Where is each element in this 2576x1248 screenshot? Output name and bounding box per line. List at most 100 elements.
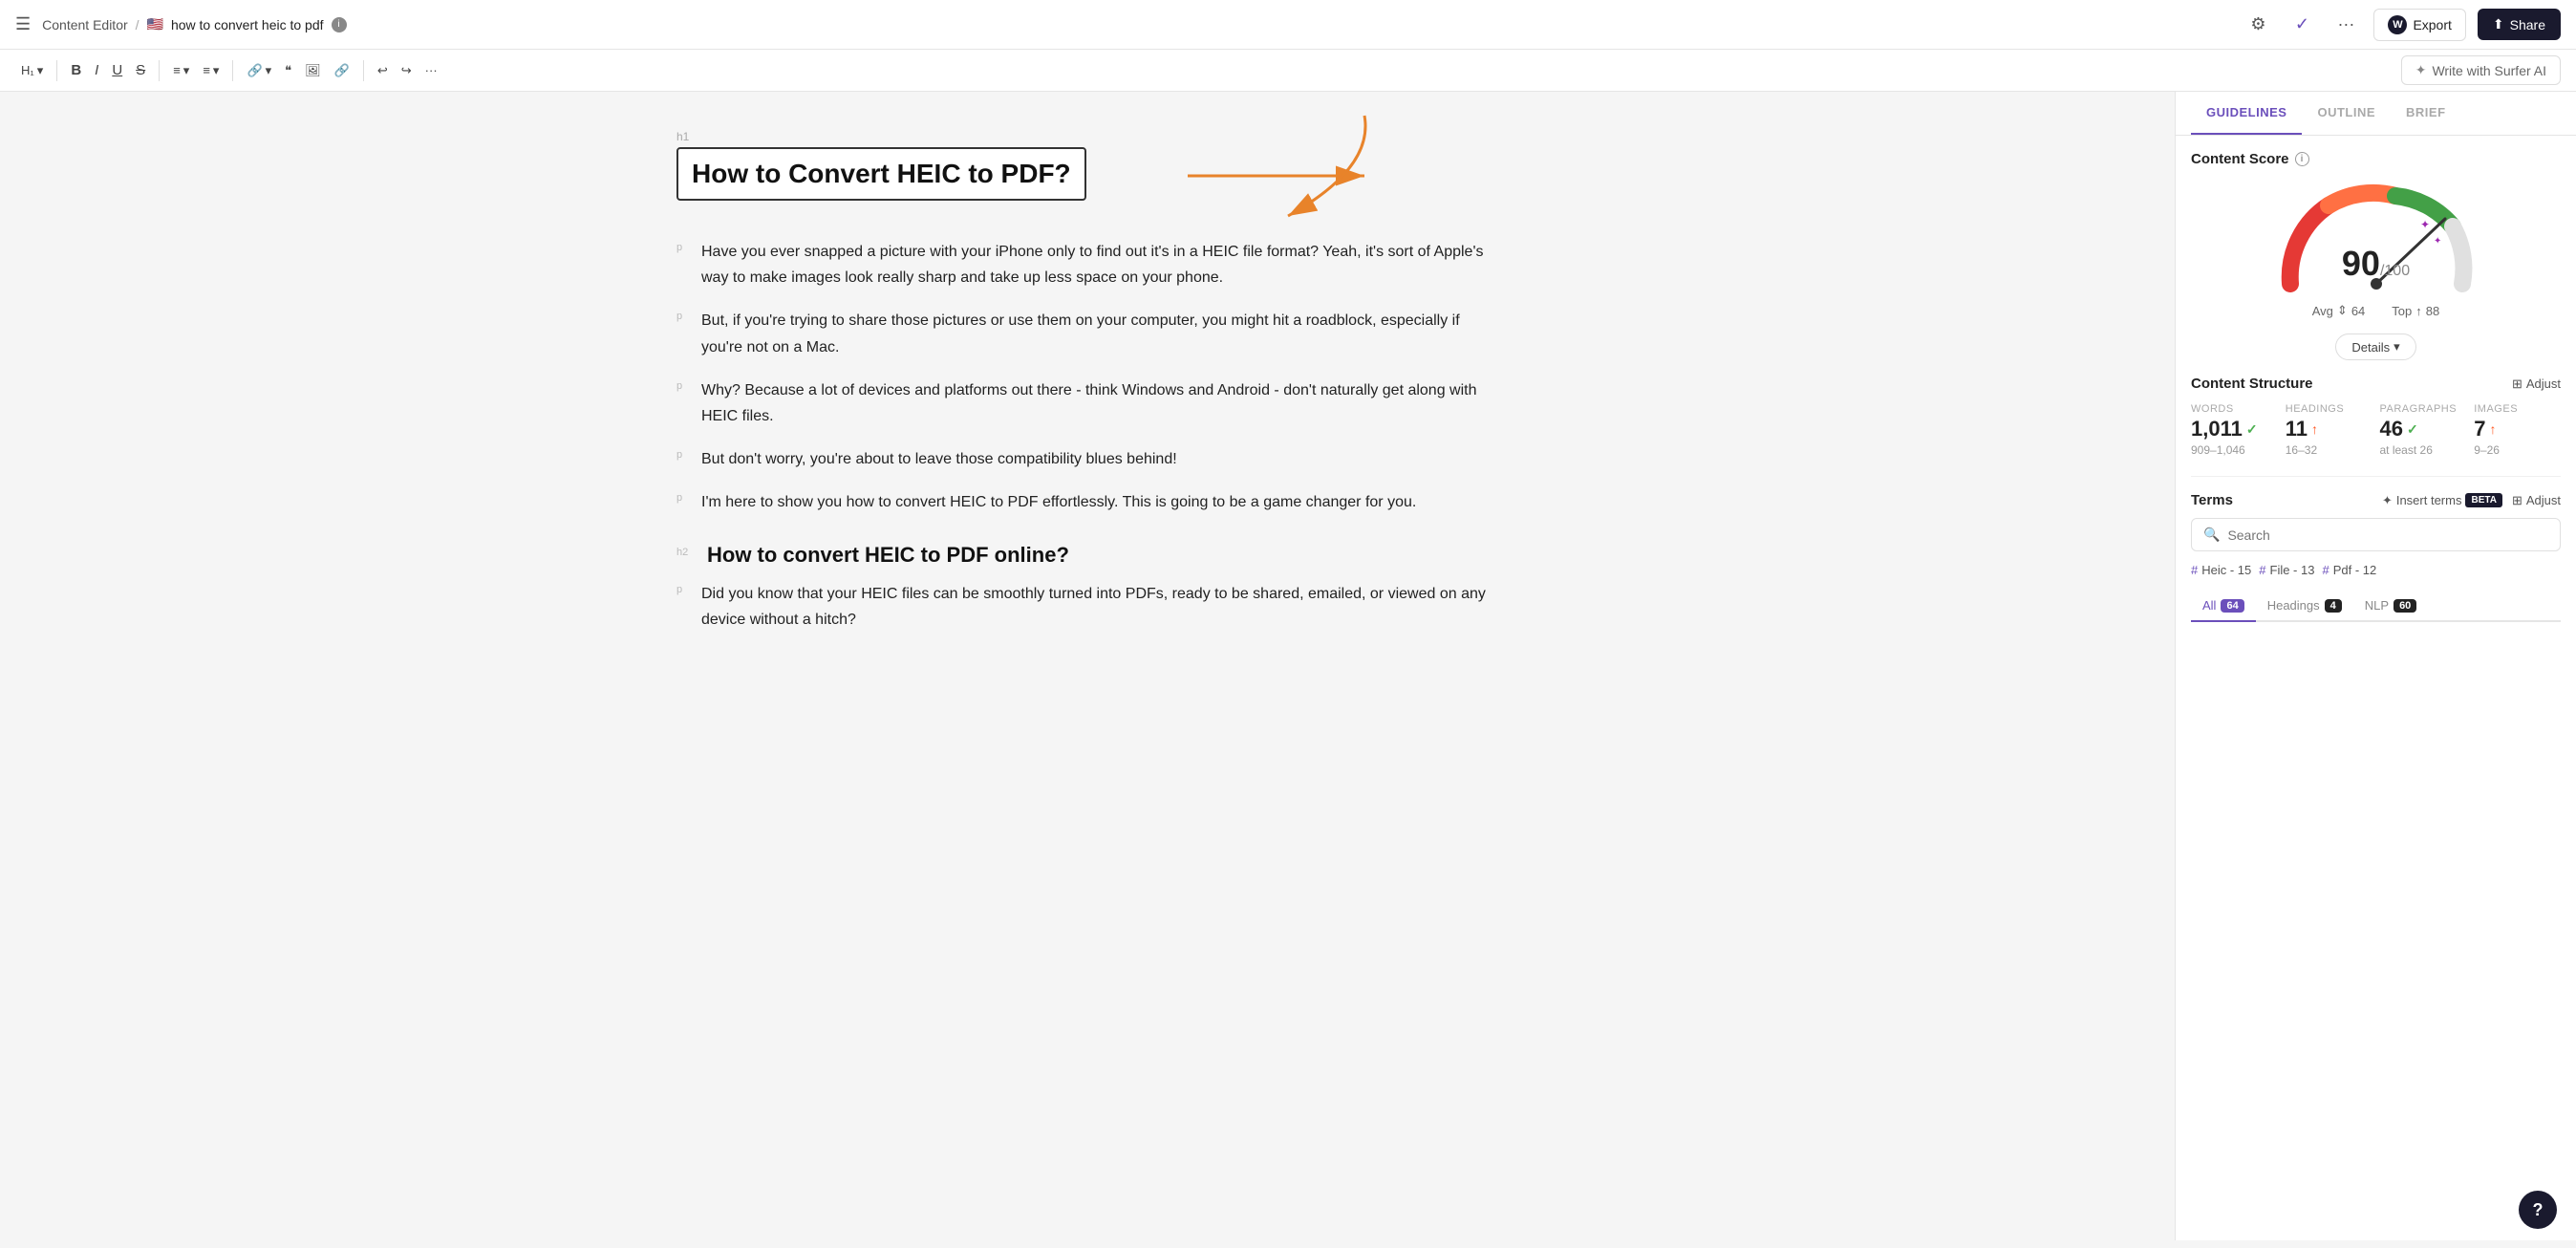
struct-label: PARAGRAPHS xyxy=(2380,403,2467,415)
top-navigation: ☰ Content Editor / 🇺🇸 how to convert hei… xyxy=(0,0,2576,50)
content-structure-header: Content Structure ⊞ Adjust xyxy=(2191,376,2561,392)
struct-range: at least 26 xyxy=(2380,443,2467,457)
terms-section: Terms ✦ Insert terms BETA ⊞ Adjust xyxy=(2191,476,2561,622)
filter-tab-label: NLP xyxy=(2365,598,2389,613)
adjust-icon: ⊞ xyxy=(2512,377,2522,392)
heading-label: H₁ xyxy=(21,63,34,77)
quote-button[interactable]: ❝ xyxy=(279,59,297,82)
struct-label: HEADINGS xyxy=(2286,403,2372,415)
structure-item: WORDS 1,011 ✓ 909–1,046 xyxy=(2191,403,2278,457)
gauge-value: 90/100 xyxy=(2342,244,2410,284)
link-button[interactable]: 🔗 ▾ xyxy=(241,59,277,82)
search-input[interactable] xyxy=(2227,527,2548,543)
paragraph-block: p But, if you're trying to share those p… xyxy=(676,308,1498,359)
h1-title-box[interactable]: How to Convert HEIC to PDF? xyxy=(676,147,1086,201)
para-tag: p xyxy=(676,377,690,429)
main-layout: h1 How to Convert HEIC to PDF? xyxy=(0,92,2576,1240)
image-button[interactable]: 🖼 xyxy=(299,59,327,82)
strikethrough-button[interactable]: S xyxy=(130,58,151,82)
toolbar-divider-2 xyxy=(159,60,160,81)
chevron-down-icon-2: ▾ xyxy=(183,63,190,78)
term-tag[interactable]: #Pdf - 12 xyxy=(2322,563,2376,577)
underline-button[interactable]: U xyxy=(106,58,128,82)
para-text: But don't worry, you're about to leave t… xyxy=(701,446,1177,472)
align-button[interactable]: ≡ ▾ xyxy=(167,59,195,82)
term-label: Pdf - 12 xyxy=(2333,563,2377,577)
image-icon: 🖼 xyxy=(305,63,321,78)
content-structure-section: Content Structure ⊞ Adjust WORDS 1,011 ✓… xyxy=(2191,376,2561,457)
h1-title: How to Convert HEIC to PDF? xyxy=(692,159,1071,189)
tab-guidelines[interactable]: GUIDELINES xyxy=(2191,92,2302,135)
struct-label: IMAGES xyxy=(2474,403,2561,415)
top-label: Top ↑ 88 xyxy=(2392,303,2439,318)
terms-adjust-icon: ⊞ xyxy=(2512,493,2522,508)
settings-button[interactable]: ⚙ xyxy=(2242,9,2274,41)
beta-badge: BETA xyxy=(2465,493,2501,507)
help-button[interactable]: ? xyxy=(2519,1191,2557,1229)
struct-value: 7 ↑ xyxy=(2474,417,2561,441)
top-icon: ↑ xyxy=(2415,304,2422,318)
struct-value: 46 ✓ xyxy=(2380,417,2467,441)
structure-item: IMAGES 7 ↑ 9–26 xyxy=(2474,403,2561,457)
content-structure-title: Content Structure xyxy=(2191,376,2313,392)
term-tag[interactable]: #File - 13 xyxy=(2259,563,2314,577)
list-button[interactable]: ≡ ▾ xyxy=(197,59,225,82)
filter-tab-headings[interactable]: Headings4 xyxy=(2256,591,2353,622)
h2-section: h2 How to convert HEIC to PDF online? xyxy=(676,543,1498,568)
para-tag: p xyxy=(676,489,690,515)
content-score-section: Content Score i xyxy=(2191,151,2561,318)
heading-selector[interactable]: H₁ ▾ xyxy=(15,59,49,82)
paragraph-block: p I'm here to show you how to convert HE… xyxy=(676,489,1498,515)
gauge-wrap: ✦ ✦ 90/100 xyxy=(2271,179,2481,293)
term-tag[interactable]: #Heic - 15 xyxy=(2191,563,2251,577)
h2-label: h2 xyxy=(676,543,696,568)
insert-terms-button[interactable]: ✦ Insert terms BETA xyxy=(2382,493,2502,508)
export-button[interactable]: W Export xyxy=(2373,9,2465,41)
check-button[interactable]: ✓ xyxy=(2286,9,2318,41)
redo-button[interactable]: ↪ xyxy=(396,59,418,82)
editor-panel[interactable]: h1 How to Convert HEIC to PDF? xyxy=(0,92,2175,1240)
struct-value: 1,011 ✓ xyxy=(2191,417,2278,441)
para-tag: p xyxy=(676,308,690,359)
terms-title: Terms xyxy=(2191,492,2233,508)
structure-item: HEADINGS 11 ↑ 16–32 xyxy=(2286,403,2372,457)
search-icon: 🔍 xyxy=(2203,527,2220,543)
tab-outline[interactable]: OUTLINE xyxy=(2302,92,2391,135)
check-icon: ✓ xyxy=(2407,421,2418,438)
quote-icon: ❝ xyxy=(285,63,291,78)
score-info-icon[interactable]: i xyxy=(2295,152,2309,166)
share-button[interactable]: ⬆ Share xyxy=(2478,9,2561,40)
details-button[interactable]: Details ▾ xyxy=(2335,334,2415,360)
topnav-actions: ⚙ ✓ ··· W Export ⬆ Share xyxy=(2242,9,2561,41)
info-icon[interactable]: i xyxy=(332,17,347,32)
filter-tab-all[interactable]: All64 xyxy=(2191,591,2256,622)
editor-content: h1 How to Convert HEIC to PDF? xyxy=(676,130,1498,633)
bold-button[interactable]: B xyxy=(65,58,87,82)
hyperlink-button[interactable]: 🔗 xyxy=(329,59,355,82)
filter-tab-nlp[interactable]: NLP 60 xyxy=(2353,591,2429,622)
write-with-ai-button[interactable]: ✦ Write with Surfer AI xyxy=(2401,55,2561,85)
svg-text:✦: ✦ xyxy=(2434,236,2441,247)
terms-tags: #Heic - 15 #File - 13 #Pdf - 12 xyxy=(2191,563,2561,577)
menu-icon[interactable]: ☰ xyxy=(15,14,31,34)
h2-paragraph: Did you know that your HEIC files can be… xyxy=(701,581,1498,633)
p-label-h2: p xyxy=(676,581,690,633)
more-options-button[interactable]: ··· xyxy=(2329,9,2362,41)
undo-button[interactable]: ↩ xyxy=(372,59,394,82)
more-toolbar-button[interactable]: ··· xyxy=(419,59,443,81)
gauge-labels: Avg ⇕ 64 Top ↑ 88 xyxy=(2312,303,2439,318)
annotation-arrow-2 xyxy=(1269,111,1384,226)
filter-badge: 60 xyxy=(2394,599,2416,613)
tab-brief[interactable]: BRIEF xyxy=(2391,92,2461,135)
terms-header: Terms ✦ Insert terms BETA ⊞ Adjust xyxy=(2191,492,2561,508)
term-label: File - 13 xyxy=(2270,563,2315,577)
sidebar-body: Content Score i xyxy=(2176,136,2576,1240)
h2-title: How to convert HEIC to PDF online? xyxy=(707,543,1069,568)
adjust-button[interactable]: ⊞ Adjust xyxy=(2512,377,2561,392)
italic-button[interactable]: I xyxy=(89,58,104,82)
terms-adjust-button[interactable]: ⊞ Adjust xyxy=(2512,493,2561,508)
editor-toolbar: H₁ ▾ B I U S ≡ ▾ ≡ ▾ 🔗 ▾ ❝ 🖼 🔗 ↩ ↪ ··· ✦… xyxy=(0,50,2576,92)
struct-range: 9–26 xyxy=(2474,443,2561,457)
terms-actions: ✦ Insert terms BETA ⊞ Adjust xyxy=(2382,493,2561,508)
struct-label: WORDS xyxy=(2191,403,2278,415)
